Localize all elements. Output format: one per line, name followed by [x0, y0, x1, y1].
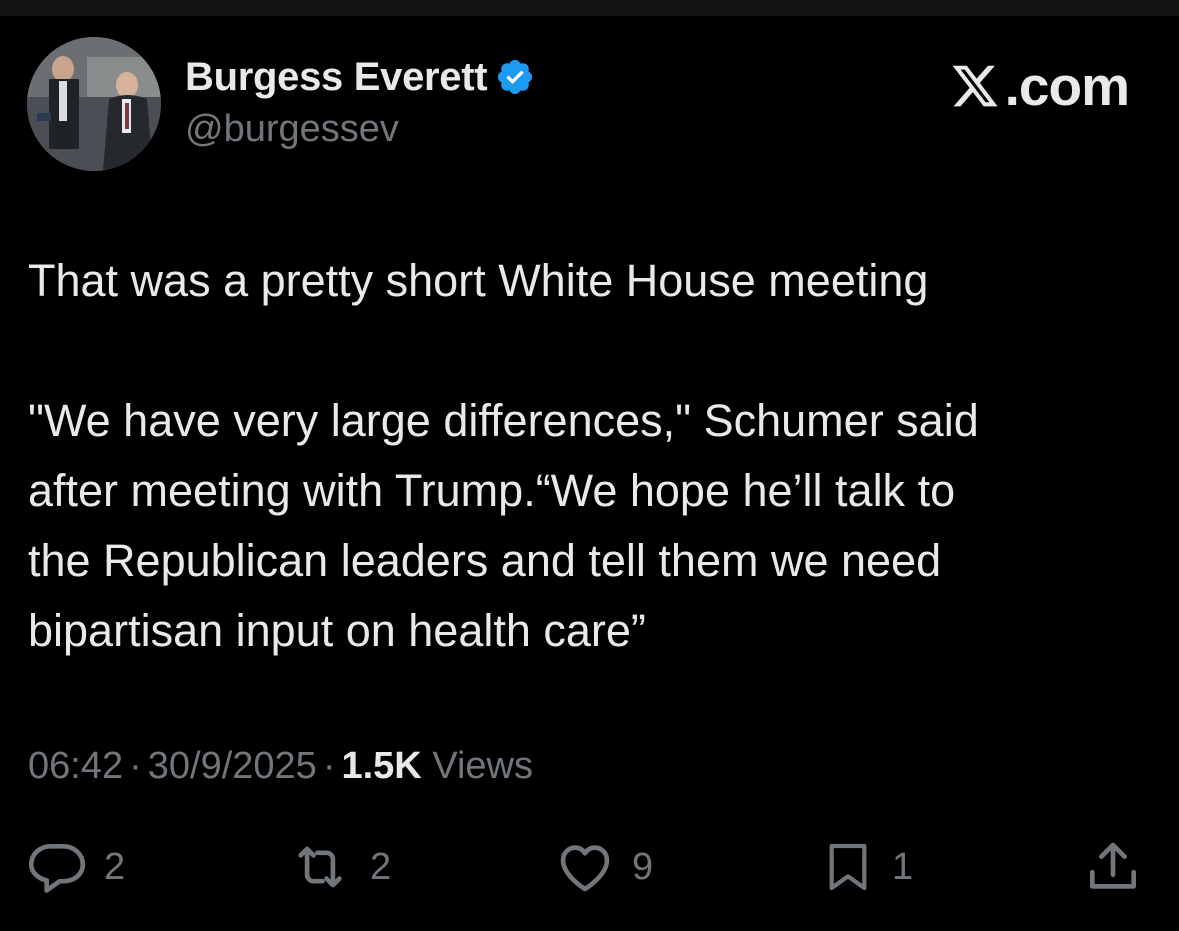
tweet-line: the Republican leaders and tell them we …: [28, 535, 942, 586]
share-button[interactable]: [1082, 835, 1144, 899]
post-date[interactable]: 30/9/2025: [148, 745, 317, 787]
action-bar: 2 2 9 1: [0, 835, 1179, 899]
bookmark-count: 1: [892, 845, 914, 888]
share-icon: [1090, 842, 1136, 889]
avatar-photo: [27, 37, 161, 171]
reply-button[interactable]: 2: [26, 835, 125, 899]
tweet-line: That was a pretty short White House meet…: [28, 255, 929, 306]
retweet-icon: [298, 846, 342, 888]
like-button[interactable]: 9: [554, 835, 653, 899]
author-handle[interactable]: @burgessev: [185, 108, 399, 151]
site-label: .com: [1004, 55, 1130, 117]
bookmark-icon: [829, 843, 867, 891]
x-logo-icon: [952, 65, 998, 107]
author-display-name[interactable]: Burgess Everett: [185, 55, 488, 100]
top-edge-strip: [0, 0, 1179, 16]
bookmark-button[interactable]: 1: [820, 835, 913, 899]
reply-icon: [28, 844, 86, 893]
tweet-text: That was a pretty short White House meet…: [28, 246, 1158, 666]
verified-badge-icon: [498, 59, 533, 95]
views-label: Views: [432, 745, 533, 787]
views-count: 1.5K: [341, 745, 422, 787]
tweet-metadata: 06:42 · 30/9/2025 · 1.5K Views: [28, 740, 533, 792]
reply-count: 2: [104, 845, 126, 888]
tweet-line: "We have very large differences," Schume…: [28, 395, 979, 446]
meta-separator: ·: [322, 745, 336, 787]
retweet-count: 2: [370, 845, 392, 888]
tweet-line: after meeting with Trump.“We hope he’ll …: [28, 465, 956, 516]
author-name-row: Burgess Everett: [185, 52, 535, 102]
avatar[interactable]: [27, 37, 161, 171]
heart-icon: [560, 845, 610, 892]
meta-separator: ·: [129, 745, 142, 787]
site-branding: .com: [949, 55, 1130, 117]
tweet-line: bipartisan input on health care”: [28, 605, 646, 656]
like-count: 9: [632, 845, 654, 888]
retweet-button[interactable]: 2: [286, 835, 391, 899]
post-time[interactable]: 06:42: [28, 745, 123, 787]
